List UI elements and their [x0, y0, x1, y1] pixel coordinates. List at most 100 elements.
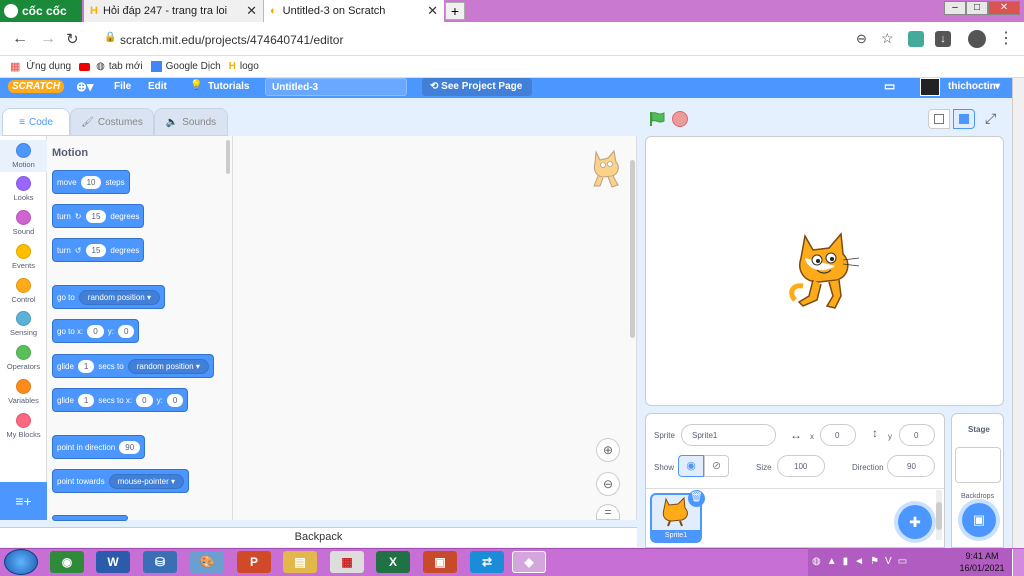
bookmark-logo[interactable]: logo: [240, 61, 259, 72]
glide-target-dropdown[interactable]: random position ▾: [127, 358, 209, 374]
category-my-blocks[interactable]: My Blocks: [0, 413, 47, 439]
close-tab-icon[interactable]: ✕: [246, 3, 257, 19]
taskbar-presentation-icon[interactable]: ▣: [423, 551, 457, 573]
close-window-button[interactable]: ✕: [988, 1, 1020, 15]
choose-backdrop-button[interactable]: ▣: [962, 503, 996, 537]
taskbar-excel-icon[interactable]: X: [376, 551, 410, 573]
tab-costumes[interactable]: 🖌 Costumes: [70, 108, 154, 136]
y-input[interactable]: 0: [166, 393, 184, 407]
minimize-button[interactable]: –: [944, 1, 966, 15]
extension-icon[interactable]: [908, 31, 924, 47]
secs-input[interactable]: 1: [77, 393, 95, 407]
degrees-input[interactable]: 15: [85, 209, 107, 223]
browser-tab-scratch[interactable]: ◐ Untitled-3 on Scratch ✕: [264, 0, 444, 22]
avatar[interactable]: [920, 78, 940, 96]
profile-icon[interactable]: [968, 30, 986, 48]
fullscreen-icon[interactable]: ⤢: [985, 110, 996, 127]
menu-edit[interactable]: Edit: [148, 81, 167, 92]
menu-kebab-icon[interactable]: ⋮: [998, 28, 1014, 48]
code-workspace[interactable]: [233, 136, 637, 520]
green-flag-icon[interactable]: [648, 110, 666, 128]
taskbar-word-icon[interactable]: W: [96, 551, 130, 573]
browser-brand[interactable]: cốc cốc: [0, 0, 82, 22]
choose-sprite-button[interactable]: ✚: [898, 505, 932, 539]
browser-tab-hoidap[interactable]: H Hỏi đáp 247 - trang tra loi ✕: [84, 0, 264, 22]
sprite-list-scrollbar[interactable]: [936, 490, 942, 540]
chevron-down-icon[interactable]: ▾: [995, 81, 1000, 92]
direction-input[interactable]: 90: [887, 455, 935, 477]
normal-stage-button[interactable]: [953, 109, 975, 129]
block-point-towards[interactable]: point towards mouse-pointer ▾: [52, 469, 189, 493]
sprite-cat-on-stage[interactable]: [783, 230, 863, 312]
taskbar-explorer-icon[interactable]: ▤: [283, 551, 317, 573]
scratch-logo[interactable]: SCRATCH: [8, 80, 65, 93]
workspace-scrollbar[interactable]: [630, 160, 635, 338]
category-variables[interactable]: Variables: [0, 379, 47, 405]
taskbar-teamviewer-icon[interactable]: ⇄: [470, 551, 504, 573]
block-partial[interactable]: [52, 515, 128, 521]
tab-code[interactable]: ≡ Code: [2, 108, 70, 136]
download-icon[interactable]: ↓: [935, 31, 951, 47]
taskbar-foxit-icon[interactable]: ⛁: [143, 551, 177, 573]
maximize-button[interactable]: □: [966, 1, 988, 15]
category-looks[interactable]: Looks: [0, 176, 47, 202]
x-input[interactable]: 0: [136, 393, 153, 407]
project-title-input[interactable]: Untitled-3: [265, 78, 407, 96]
taskbar-coccoc-icon[interactable]: ◉: [50, 551, 84, 573]
goto-target-dropdown[interactable]: random position ▾: [78, 289, 160, 305]
backpack-bar[interactable]: Backpack: [0, 527, 637, 547]
clock-time[interactable]: 9:41 AM: [958, 551, 1006, 561]
page-scrollbar[interactable]: [1012, 78, 1024, 548]
x-position-input[interactable]: 0: [820, 424, 856, 446]
new-tab-button[interactable]: +: [445, 2, 465, 20]
bookmark-google-dich[interactable]: Google Dịch: [166, 61, 221, 72]
size-input[interactable]: 100: [777, 455, 825, 477]
bookmark-apps[interactable]: Ứng dụng: [26, 61, 71, 72]
taskbar-network-icon[interactable]: ▦: [330, 551, 364, 573]
block-go-to-xy[interactable]: go to x: 0 y: 0: [52, 319, 140, 343]
show-sprite-button[interactable]: ◉: [678, 455, 704, 477]
show-desktop-button[interactable]: [1012, 549, 1024, 576]
x-input[interactable]: 0: [87, 324, 104, 338]
forward-icon[interactable]: →: [40, 30, 56, 48]
delete-sprite-button[interactable]: 🗑: [688, 490, 705, 507]
block-glide-to-xy[interactable]: glide 1 secs to x: 0 y: 0: [52, 388, 189, 412]
category-sensing[interactable]: Sensing: [0, 311, 47, 337]
url-text[interactable]: scratch.mit.edu/projects/474640741/edito…: [120, 33, 343, 47]
small-stage-button[interactable]: [928, 109, 950, 129]
block-turn-left[interactable]: turn ↺ 15 degrees: [52, 238, 145, 262]
taskbar-paint-icon[interactable]: 🎨: [190, 551, 224, 573]
block-glide-to[interactable]: glide 1 secs to random position ▾: [52, 354, 214, 378]
close-tab-icon[interactable]: ✕: [427, 3, 438, 19]
taskbar-powerpoint-icon[interactable]: P: [237, 551, 271, 573]
block-turn-right[interactable]: turn ↻ 15 degrees: [52, 204, 145, 228]
y-position-input[interactable]: 0: [899, 424, 935, 446]
secs-input[interactable]: 1: [77, 359, 95, 373]
zoom-in-button[interactable]: ⊕: [596, 438, 620, 462]
y-input[interactable]: 0: [117, 324, 135, 338]
star-icon[interactable]: ☆: [881, 30, 894, 47]
category-events[interactable]: Events: [0, 244, 47, 270]
block-move-steps[interactable]: move 10 steps: [52, 170, 130, 194]
language-globe-icon[interactable]: ⊕▾: [76, 79, 93, 95]
tray-icons[interactable]: ◍▲▮◄⚑V▭: [812, 556, 913, 567]
hide-sprite-button[interactable]: ⊘: [704, 455, 729, 477]
tab-sounds[interactable]: 🔈 Sounds: [154, 108, 228, 136]
category-operators[interactable]: Operators: [0, 345, 47, 371]
sprite-name-input[interactable]: Sprite1: [681, 424, 776, 446]
zoom-out-button[interactable]: ⊖: [596, 472, 620, 496]
block-go-to[interactable]: go to random position ▾: [52, 285, 165, 309]
towards-target-dropdown[interactable]: mouse-pointer ▾: [108, 473, 184, 489]
bookmark-newtab[interactable]: tab mới: [109, 61, 143, 72]
block-point-direction[interactable]: point in direction 90: [52, 435, 146, 459]
category-control[interactable]: Control: [0, 278, 47, 304]
menu-file[interactable]: File: [114, 81, 131, 92]
zoom-icon[interactable]: ⊖: [856, 31, 867, 47]
menu-tutorials[interactable]: Tutorials: [208, 81, 249, 92]
my-stuff-folder-icon[interactable]: ▭: [884, 79, 895, 93]
stage-thumbnail[interactable]: [955, 447, 1001, 483]
steps-input[interactable]: 10: [80, 175, 102, 189]
taskbar-active-app-icon[interactable]: ◈: [512, 551, 546, 573]
see-project-page-button[interactable]: ⟲ See Project Page: [422, 78, 532, 96]
category-sound[interactable]: Sound: [0, 210, 47, 236]
